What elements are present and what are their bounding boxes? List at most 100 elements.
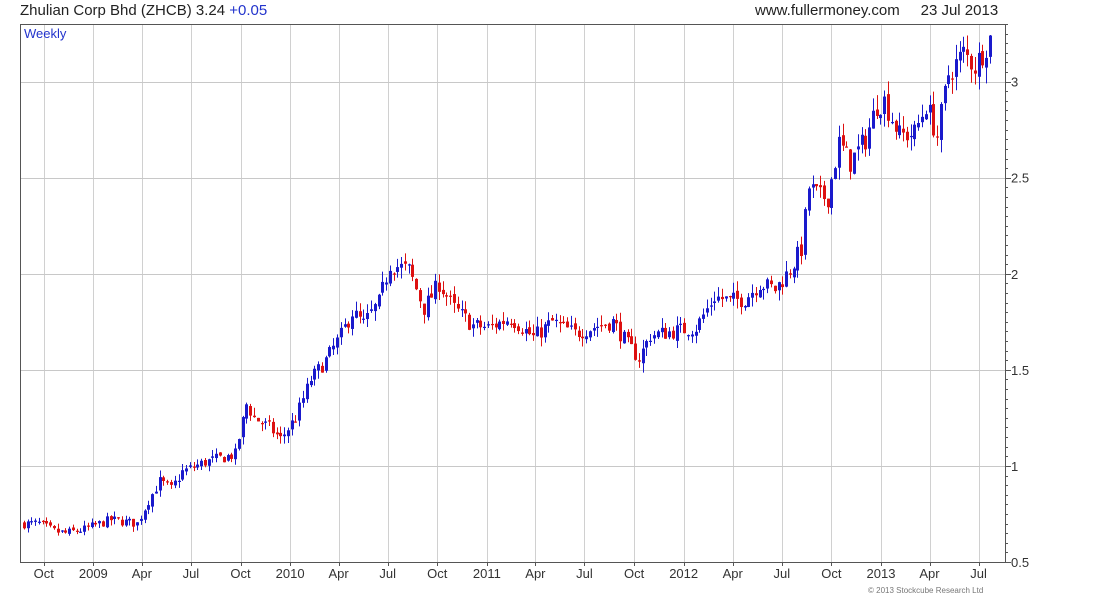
candle-down [574,323,577,330]
candle-up [174,480,177,486]
candle-down [895,120,898,132]
candle-up [306,383,309,400]
candle-up [676,325,679,341]
candle-down [634,343,637,360]
candle-down [121,519,124,526]
candle-up [155,491,158,494]
candle-up [687,335,690,337]
x-tick-label: Jul [183,566,200,581]
candle-down [449,295,452,297]
candle-up [747,297,750,307]
candle-up [427,295,430,318]
candle-down [827,198,830,208]
candle-down [110,516,113,521]
candle-up [661,327,664,333]
copyright-note: © 2013 Stockcube Research Ltd [868,586,984,595]
candle-up [642,348,645,364]
candle-up [525,329,528,334]
candle-down [510,323,513,325]
candle-down [53,525,56,529]
candle-down [76,530,79,532]
candle-up [79,531,82,533]
candle-up [940,104,943,140]
candle-down [430,293,433,298]
candle-down [253,415,256,418]
candle-down [279,432,282,437]
candle-down [419,290,422,302]
y-tick-label: 3 [1011,75,1018,90]
candle-down [453,294,456,303]
x-tick-label: Apr [919,566,940,581]
candle-down [517,326,520,332]
candle-up [106,516,109,528]
candle-down [347,323,350,328]
candle-up [378,294,381,307]
candle-down [411,264,414,277]
candle-up [355,310,358,318]
candle-up [325,357,328,371]
candle-down [951,78,954,80]
candle-up [744,305,747,308]
candle-up [679,323,682,325]
candle-down [87,525,90,527]
candle-up [766,279,769,289]
candle-up [921,116,924,123]
candle-down [528,327,531,335]
candle-down [532,332,535,336]
candle-up [487,324,490,326]
candle-up [925,114,928,120]
x-tick-label: Oct [230,566,251,581]
x-tick-label: Apr [132,566,153,581]
candle-up [147,505,150,510]
candle-up [68,528,71,534]
candle-down [608,323,611,331]
candle-down [42,520,45,523]
candle-down [781,284,784,288]
candle-up [264,421,267,423]
candle-up [344,324,347,327]
candle-down [562,321,565,323]
x-tick-label: Jul [379,566,396,581]
candle-down [468,314,471,330]
candle-down [223,456,226,463]
candle-up [27,521,30,529]
x-tick-label: Oct [821,566,842,581]
candle-up [585,336,588,340]
candle-down [849,149,852,172]
candle-down [276,432,279,435]
x-tick-label: 2009 [79,566,108,581]
candle-down [438,282,441,292]
candle-down [819,185,822,188]
candle-down [974,70,977,74]
candle-up [657,331,660,338]
candle-up [242,417,245,438]
candle-down [162,477,165,481]
candle-up [434,280,437,300]
candle-up [808,188,811,211]
candle-down [721,296,724,300]
candle-up [381,281,384,293]
candle-down [230,454,233,459]
candle-down [49,522,52,526]
candle-up [762,288,765,291]
candle-down [932,104,935,136]
candle-up [698,318,701,330]
candle-down [664,327,667,339]
candle-down [193,466,196,468]
candle-up [113,516,116,520]
candle-up [144,510,147,520]
candle-up [649,340,652,342]
candle-down [902,128,905,133]
candle-down [630,336,633,345]
candle-up [208,459,211,466]
x-tick-label: 2011 [473,566,501,581]
candle-down [219,452,222,456]
candle-down [755,293,758,296]
candle-up [189,465,192,467]
candle-down [683,322,686,334]
candle-up [396,267,399,272]
candle-down [815,184,818,187]
candle-down [615,319,618,324]
x-tick-label: Oct [624,566,645,581]
candle-down [672,330,675,339]
